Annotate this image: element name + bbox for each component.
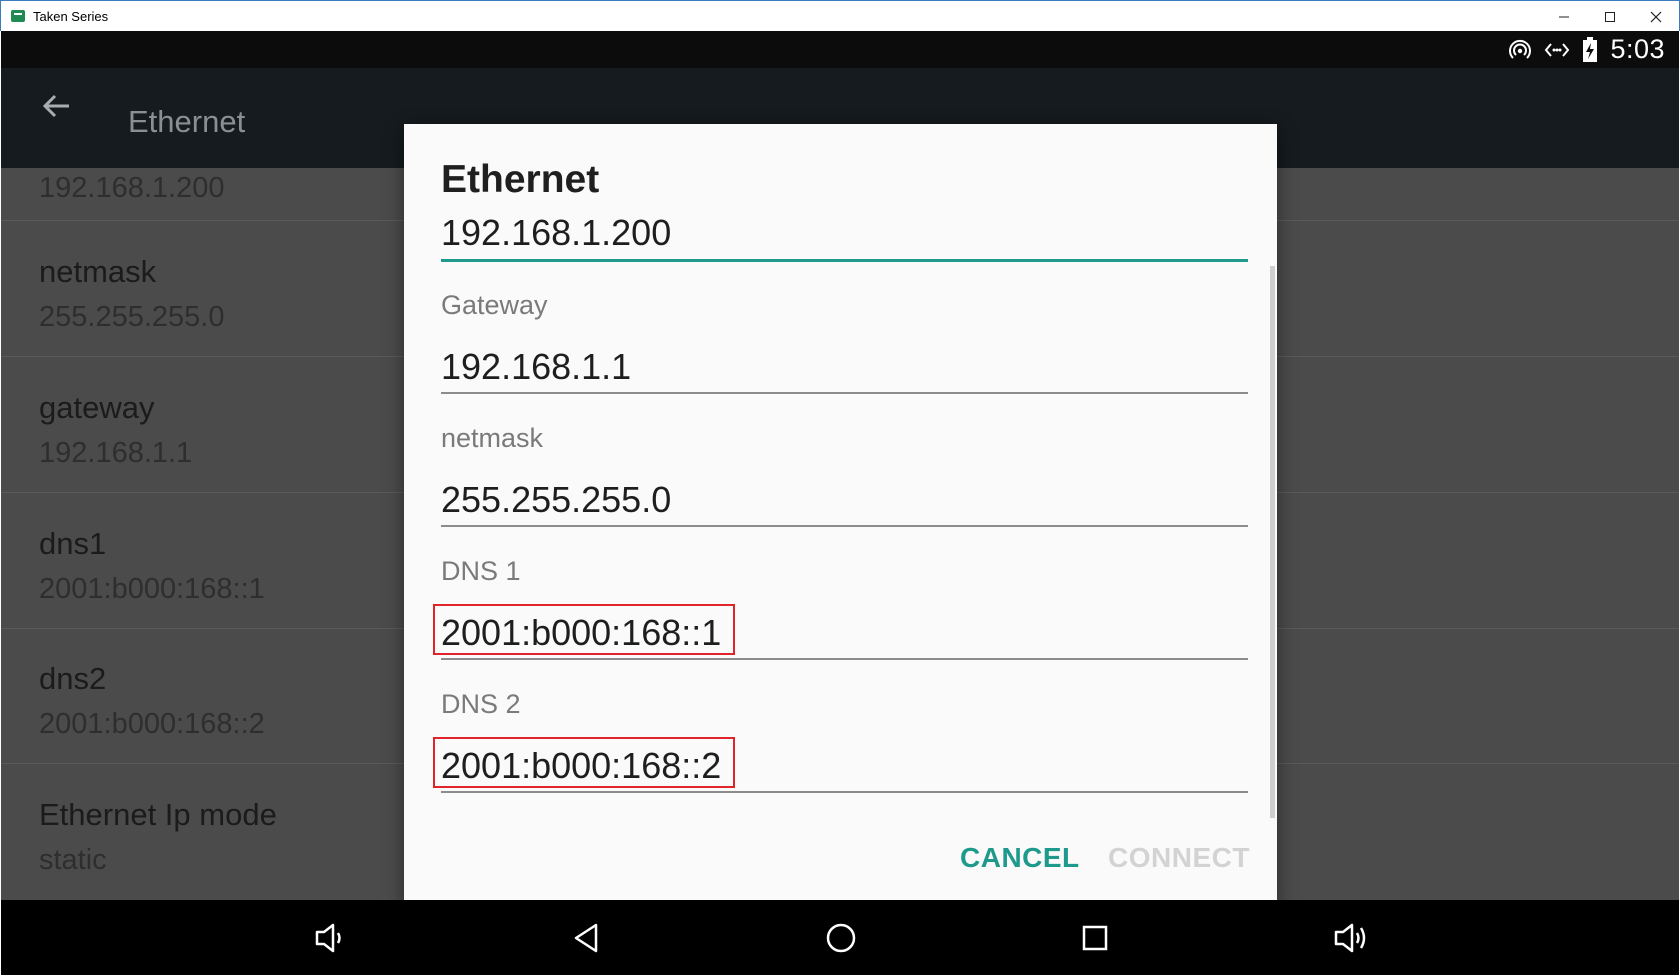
minimize-icon[interactable] — [1541, 1, 1587, 32]
netmask-label: netmask — [441, 423, 544, 453]
ethernet-icon — [1544, 40, 1570, 60]
list-item-title: Ethernet Ip mode — [39, 797, 277, 832]
recents-icon[interactable] — [1073, 916, 1117, 960]
window-controls — [1541, 1, 1679, 32]
page-title: Ethernet — [128, 104, 246, 139]
dialog-title: Ethernet — [441, 158, 600, 201]
dialog-scrollbar[interactable] — [1270, 266, 1275, 818]
list-item-value: 2001:b000:168::1 — [39, 573, 265, 605]
list-item-value: 192.168.1.1 — [39, 437, 193, 469]
list-item-value: 2001:b000:168::2 — [39, 708, 265, 740]
close-icon[interactable] — [1633, 1, 1679, 32]
ethernet-dialog: Ethernet 192.168.1.200 Gateway 192.168.1… — [404, 124, 1277, 905]
ip-address-underline — [441, 259, 1248, 262]
list-item-title: netmask — [39, 254, 157, 289]
list-item-value: 192.168.1.200 — [39, 172, 225, 204]
window-title-bar: Taken Series — [0, 0, 1680, 31]
dns2-label: DNS 2 — [441, 689, 521, 719]
hotspot-icon — [1508, 38, 1532, 62]
dns1-underline — [441, 658, 1248, 660]
dns1-label: DNS 1 — [441, 556, 521, 586]
ip-address-input[interactable]: 192.168.1.200 — [441, 212, 671, 254]
navigation-bar — [1, 900, 1679, 975]
window-title: Taken Series — [33, 8, 109, 24]
gateway-input[interactable]: 192.168.1.1 — [441, 346, 631, 388]
netmask-underline — [441, 525, 1248, 527]
list-item-title: dns1 — [39, 526, 107, 561]
status-time: 5:03 — [1610, 34, 1665, 64]
volume-down-icon[interactable] — [307, 916, 351, 960]
list-item-value: 255.255.255.0 — [39, 301, 225, 333]
arrow-left-icon[interactable] — [39, 88, 75, 124]
connect-button[interactable]: CONNECT — [1108, 842, 1250, 874]
volume-up-icon[interactable] — [1330, 916, 1374, 960]
list-item-value: static — [39, 844, 107, 876]
dns2-underline — [441, 791, 1248, 793]
list-item-title: gateway — [39, 390, 155, 425]
gateway-label: Gateway — [441, 290, 548, 320]
app-icon — [11, 10, 25, 22]
list-item-title: dns2 — [39, 661, 107, 696]
cancel-button[interactable]: CANCEL — [960, 842, 1080, 874]
dns2-highlight-box — [433, 737, 735, 788]
dns1-highlight-box — [433, 604, 735, 655]
home-icon[interactable] — [819, 916, 863, 960]
netmask-input[interactable]: 255.255.255.0 — [441, 479, 671, 521]
maximize-icon[interactable] — [1587, 1, 1633, 32]
android-screen: 5:03 Ethernet 192.168.1.200 netmask 255.… — [1, 31, 1679, 975]
battery-charging-icon — [1582, 36, 1598, 63]
status-bar: 5:03 — [1, 31, 1679, 68]
back-icon[interactable] — [564, 916, 608, 960]
gateway-underline — [441, 392, 1248, 394]
